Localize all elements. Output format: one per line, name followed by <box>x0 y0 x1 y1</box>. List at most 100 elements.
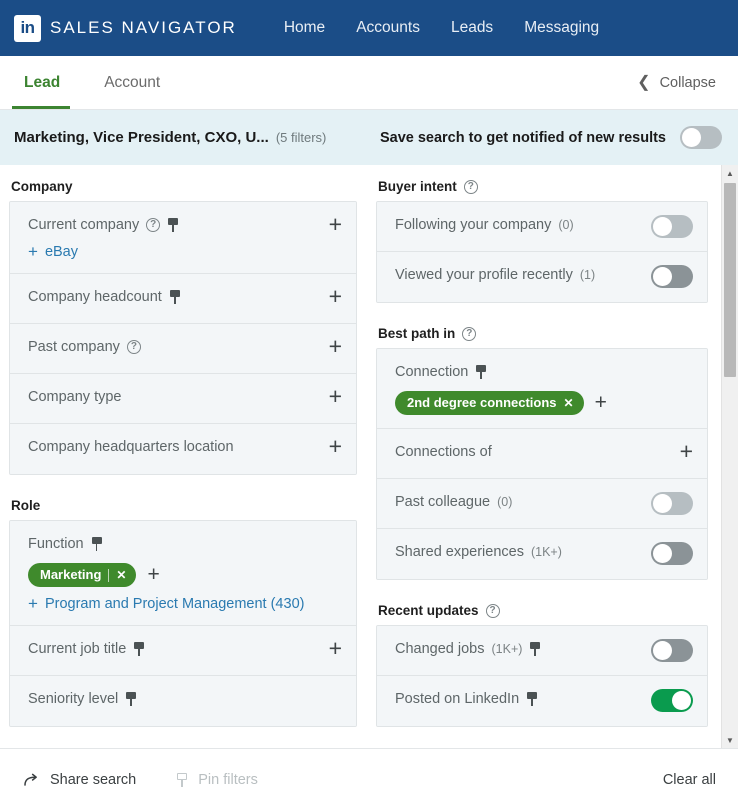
filter-toggle[interactable] <box>651 542 693 565</box>
help-icon[interactable]: ? <box>462 326 477 341</box>
suggestion-program-project-management[interactable]: + Program and Project Management (430) <box>28 595 342 612</box>
filter-label-wrap: Past company ? <box>28 337 319 357</box>
clear-all-button[interactable]: Clear all <box>663 772 716 788</box>
filter-toggle[interactable] <box>651 492 693 515</box>
help-icon[interactable]: ? <box>463 179 478 194</box>
close-icon[interactable]: ✕ <box>564 396 574 410</box>
group-title-recent-updates: Recent updates ? <box>378 603 708 618</box>
filter-label-wrap: Seniority level <box>28 689 342 709</box>
filter-label-wrap: Current job title <box>28 639 319 659</box>
filter-row-function[interactable]: Function Marketing ✕ + + Program and Pro… <box>10 521 356 626</box>
filter-label: Shared experiences <box>395 544 524 560</box>
filter-label: Function <box>28 536 84 552</box>
filter-type-tabs: Lead Account ❮ Collapse <box>0 56 738 110</box>
filter-row-past-company[interactable]: Past company ? + <box>10 324 356 374</box>
filter-row-company-headcount[interactable]: Company headcount + <box>10 274 356 324</box>
nav-item-leads[interactable]: Leads <box>451 19 493 37</box>
filter-count: (0) <box>558 218 574 232</box>
filter-label: Past colleague <box>395 494 491 510</box>
selected-pill-2nd-degree-connections[interactable]: 2nd degree connections ✕ <box>395 391 584 415</box>
filter-label-wrap: Viewed your profile recently (1) <box>395 265 651 285</box>
filter-row-content: Past company ? <box>28 337 319 357</box>
scroll-up-arrow-icon[interactable]: ▲ <box>722 165 738 181</box>
add-filter-button[interactable]: + <box>329 385 342 408</box>
filters-right-column: Buyer intent ? Following your company (0… <box>368 165 716 748</box>
pin-icon[interactable] <box>526 692 538 706</box>
add-filter-button[interactable]: + <box>329 435 342 458</box>
brand-logo[interactable]: in SALES NAVIGATOR <box>14 14 237 42</box>
suggestion-label: eBay <box>44 244 78 260</box>
brand-title: SALES NAVIGATOR <box>50 18 237 37</box>
filter-toggle[interactable] <box>651 215 693 238</box>
nav-item-messaging[interactable]: Messaging <box>524 19 599 37</box>
share-search-button[interactable]: Share search <box>24 772 136 788</box>
tab-lead-label: Lead <box>24 73 61 91</box>
pin-icon[interactable] <box>169 290 181 304</box>
nav-item-home[interactable]: Home <box>284 19 325 37</box>
suggestion-ebay[interactable]: + eBay <box>28 243 319 260</box>
pin-icon[interactable] <box>125 692 137 706</box>
add-filter-button[interactable]: + <box>329 285 342 308</box>
filter-row-current-job-title[interactable]: Current job title + <box>10 626 356 676</box>
close-icon[interactable]: ✕ <box>116 568 126 582</box>
filter-label: Company headquarters location <box>28 439 234 455</box>
help-icon[interactable]: ? <box>126 340 141 354</box>
add-filter-button[interactable]: + <box>329 335 342 358</box>
filter-label: Viewed your profile recently <box>395 267 573 283</box>
filter-label-wrap: Company headcount <box>28 287 319 307</box>
pin-filters-button[interactable]: Pin filters <box>176 772 258 788</box>
help-icon[interactable]: ? <box>485 603 500 618</box>
filter-row-past-colleague[interactable]: Past colleague (0) <box>377 479 707 529</box>
primary-nav: Home Accounts Leads Messaging <box>284 19 599 37</box>
filter-row-content: Function Marketing ✕ + + Program and Pro… <box>28 534 342 612</box>
tab-lead[interactable]: Lead <box>0 56 82 109</box>
tab-account[interactable]: Account <box>82 56 182 109</box>
save-search-label: Save search to get notified of new resul… <box>379 129 666 146</box>
filter-row-changed-jobs[interactable]: Changed jobs (1K+) <box>377 626 707 676</box>
filters-scroll-region: Company Current company ? + eBay + Compa… <box>0 165 738 748</box>
filter-row-company-hq-location[interactable]: Company headquarters location + <box>10 424 356 474</box>
saved-search-filter-count: (5 filters) <box>275 130 327 145</box>
filter-row-connections-of[interactable]: Connections of + <box>377 429 707 479</box>
filter-row-content: Shared experiences (1K+) <box>395 542 651 562</box>
collapse-button[interactable]: ❮ Collapse <box>637 74 722 91</box>
toggle-knob <box>653 267 672 286</box>
add-filter-button[interactable]: + <box>329 637 342 660</box>
pin-icon[interactable] <box>529 642 541 656</box>
filter-row-connection[interactable]: Connection 2nd degree connections ✕ + <box>377 349 707 429</box>
add-filter-button[interactable]: + <box>680 440 693 463</box>
pin-icon <box>176 772 188 787</box>
scroll-down-arrow-icon[interactable]: ▼ <box>722 732 738 748</box>
share-search-label: Share search <box>50 771 137 788</box>
filter-row-following-your-company[interactable]: Following your company (0) <box>377 202 707 252</box>
pin-icon[interactable] <box>133 642 145 656</box>
filter-toggle[interactable] <box>651 689 693 712</box>
filter-label: Posted on LinkedIn <box>395 691 520 707</box>
filter-row-viewed-your-profile-recently[interactable]: Viewed your profile recently (1) <box>377 252 707 302</box>
add-filter-button[interactable]: + <box>329 213 342 236</box>
nav-item-accounts[interactable]: Accounts <box>356 19 420 37</box>
filters-footer: Share search Pin filters Clear all <box>0 748 738 810</box>
help-icon[interactable]: ? <box>146 218 161 232</box>
filter-row-content: Changed jobs (1K+) <box>395 639 651 659</box>
filter-toggle[interactable] <box>651 265 693 288</box>
filters-columns: Company Current company ? + eBay + Compa… <box>0 165 738 748</box>
filter-row-current-company[interactable]: Current company ? + eBay + <box>10 202 356 274</box>
filter-row-posted-on-linkedin[interactable]: Posted on LinkedIn <box>377 676 707 726</box>
add-function-value-button[interactable]: + <box>147 564 159 585</box>
filter-label: Connection <box>395 364 469 380</box>
add-connection-value-button[interactable]: + <box>595 392 607 413</box>
filter-label-wrap: Following your company (0) <box>395 215 651 235</box>
pin-icon[interactable] <box>91 537 103 551</box>
selected-pill-marketing[interactable]: Marketing ✕ <box>28 563 137 587</box>
pin-icon[interactable] <box>167 218 179 232</box>
filter-toggle[interactable] <box>651 639 693 662</box>
filter-row-seniority-level[interactable]: Seniority level <box>10 676 356 726</box>
filters-scrollbar[interactable]: ▲ ▼ <box>721 165 738 748</box>
filter-row-company-type[interactable]: Company type + <box>10 374 356 424</box>
toggle-knob <box>653 641 672 660</box>
scrollbar-thumb[interactable] <box>724 183 736 377</box>
pin-icon[interactable] <box>475 365 487 379</box>
save-search-toggle[interactable] <box>680 126 722 149</box>
filter-row-shared-experiences[interactable]: Shared experiences (1K+) <box>377 529 707 579</box>
